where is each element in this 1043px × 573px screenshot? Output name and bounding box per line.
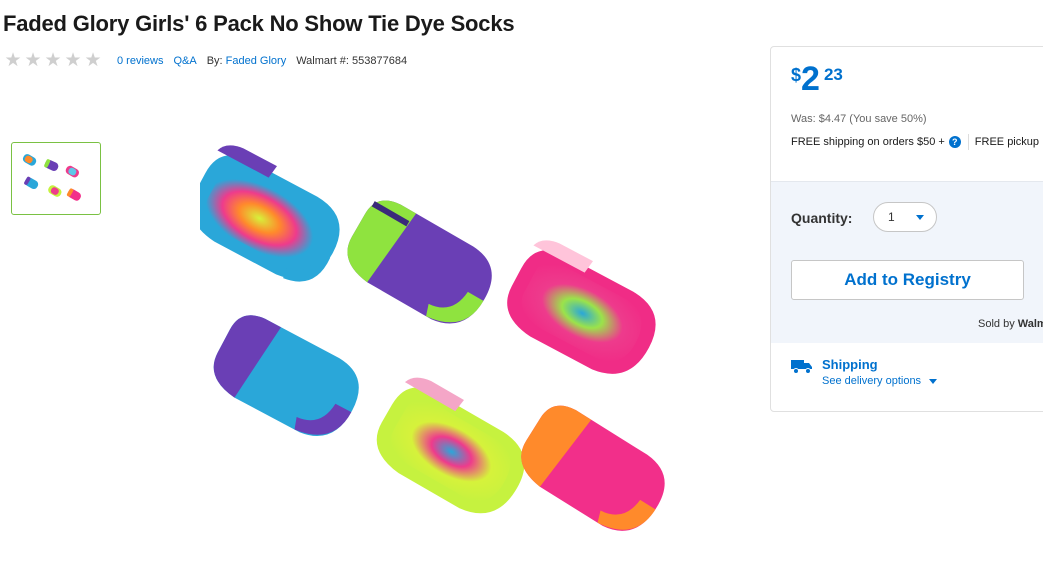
purchase-actions: Quantity: 1 Add to Registry Sold by Walm bbox=[771, 181, 1043, 343]
star-icon: ★ bbox=[84, 50, 102, 71]
add-to-registry-button[interactable]: Add to Registry bbox=[791, 260, 1024, 300]
reviews-link[interactable]: 0 reviews bbox=[117, 55, 163, 67]
product-title: Faded Glory Girls' 6 Pack No Show Tie Dy… bbox=[3, 11, 515, 36]
shipping-section: Shipping See delivery options bbox=[791, 357, 938, 387]
delivery-options-link[interactable]: See delivery options bbox=[822, 375, 938, 387]
rating-stars[interactable]: ★ ★ ★ ★ ★ bbox=[3, 50, 103, 71]
truck-icon bbox=[791, 360, 812, 374]
price: $ 2 23 bbox=[791, 61, 843, 97]
chevron-down-icon bbox=[929, 378, 938, 384]
price-currency: $ bbox=[791, 65, 802, 85]
delivery-options-label: See delivery options bbox=[822, 375, 922, 387]
price-dollars: 2 bbox=[801, 60, 820, 98]
shipping-title: Shipping bbox=[822, 357, 878, 372]
product-meta-row: ★ ★ ★ ★ ★ 0 reviews Q&A By: Faded Glory … bbox=[3, 50, 408, 71]
star-icon: ★ bbox=[44, 50, 62, 71]
quantity-label: Quantity: bbox=[791, 210, 853, 226]
star-icon: ★ bbox=[64, 50, 82, 71]
product-thumbnail[interactable] bbox=[11, 142, 101, 215]
quantity-select[interactable]: 1 bbox=[873, 202, 937, 232]
brand-byline: By: Faded Glory bbox=[207, 55, 287, 67]
divider bbox=[967, 134, 969, 150]
sold-by-prefix: Sold by bbox=[978, 318, 1015, 330]
was-price: Was: $4.47 (You save 50%) bbox=[791, 113, 927, 125]
thumbnail-socks-image bbox=[22, 154, 81, 201]
sold-by: Sold by Walm bbox=[978, 318, 1043, 330]
free-pickup-text: FREE pickup bbox=[974, 136, 1039, 148]
tie-dye-socks-image bbox=[200, 145, 665, 531]
qa-link[interactable]: Q&A bbox=[173, 55, 196, 67]
help-icon[interactable]: ? bbox=[948, 136, 961, 148]
product-main-image[interactable] bbox=[200, 118, 680, 558]
free-shipping-text: FREE shipping on orders $50 + bbox=[791, 136, 945, 148]
quantity-value: 1 bbox=[888, 210, 895, 224]
price-cents: 23 bbox=[823, 65, 843, 84]
by-label: By: bbox=[206, 55, 223, 67]
chevron-down-icon bbox=[916, 215, 924, 220]
star-icon: ★ bbox=[4, 50, 22, 71]
shipping-summary: FREE shipping on orders $50 + ? FREE pic… bbox=[791, 134, 1039, 150]
buy-box: $ 2 23 Was: $4.47 (You save 50%) FREE sh… bbox=[770, 46, 1043, 412]
seller-name[interactable]: Walm bbox=[1018, 318, 1043, 330]
star-icon: ★ bbox=[24, 50, 42, 71]
walmart-number: Walmart #: 553877684 bbox=[296, 55, 408, 67]
brand-link[interactable]: Faded Glory bbox=[226, 55, 287, 67]
